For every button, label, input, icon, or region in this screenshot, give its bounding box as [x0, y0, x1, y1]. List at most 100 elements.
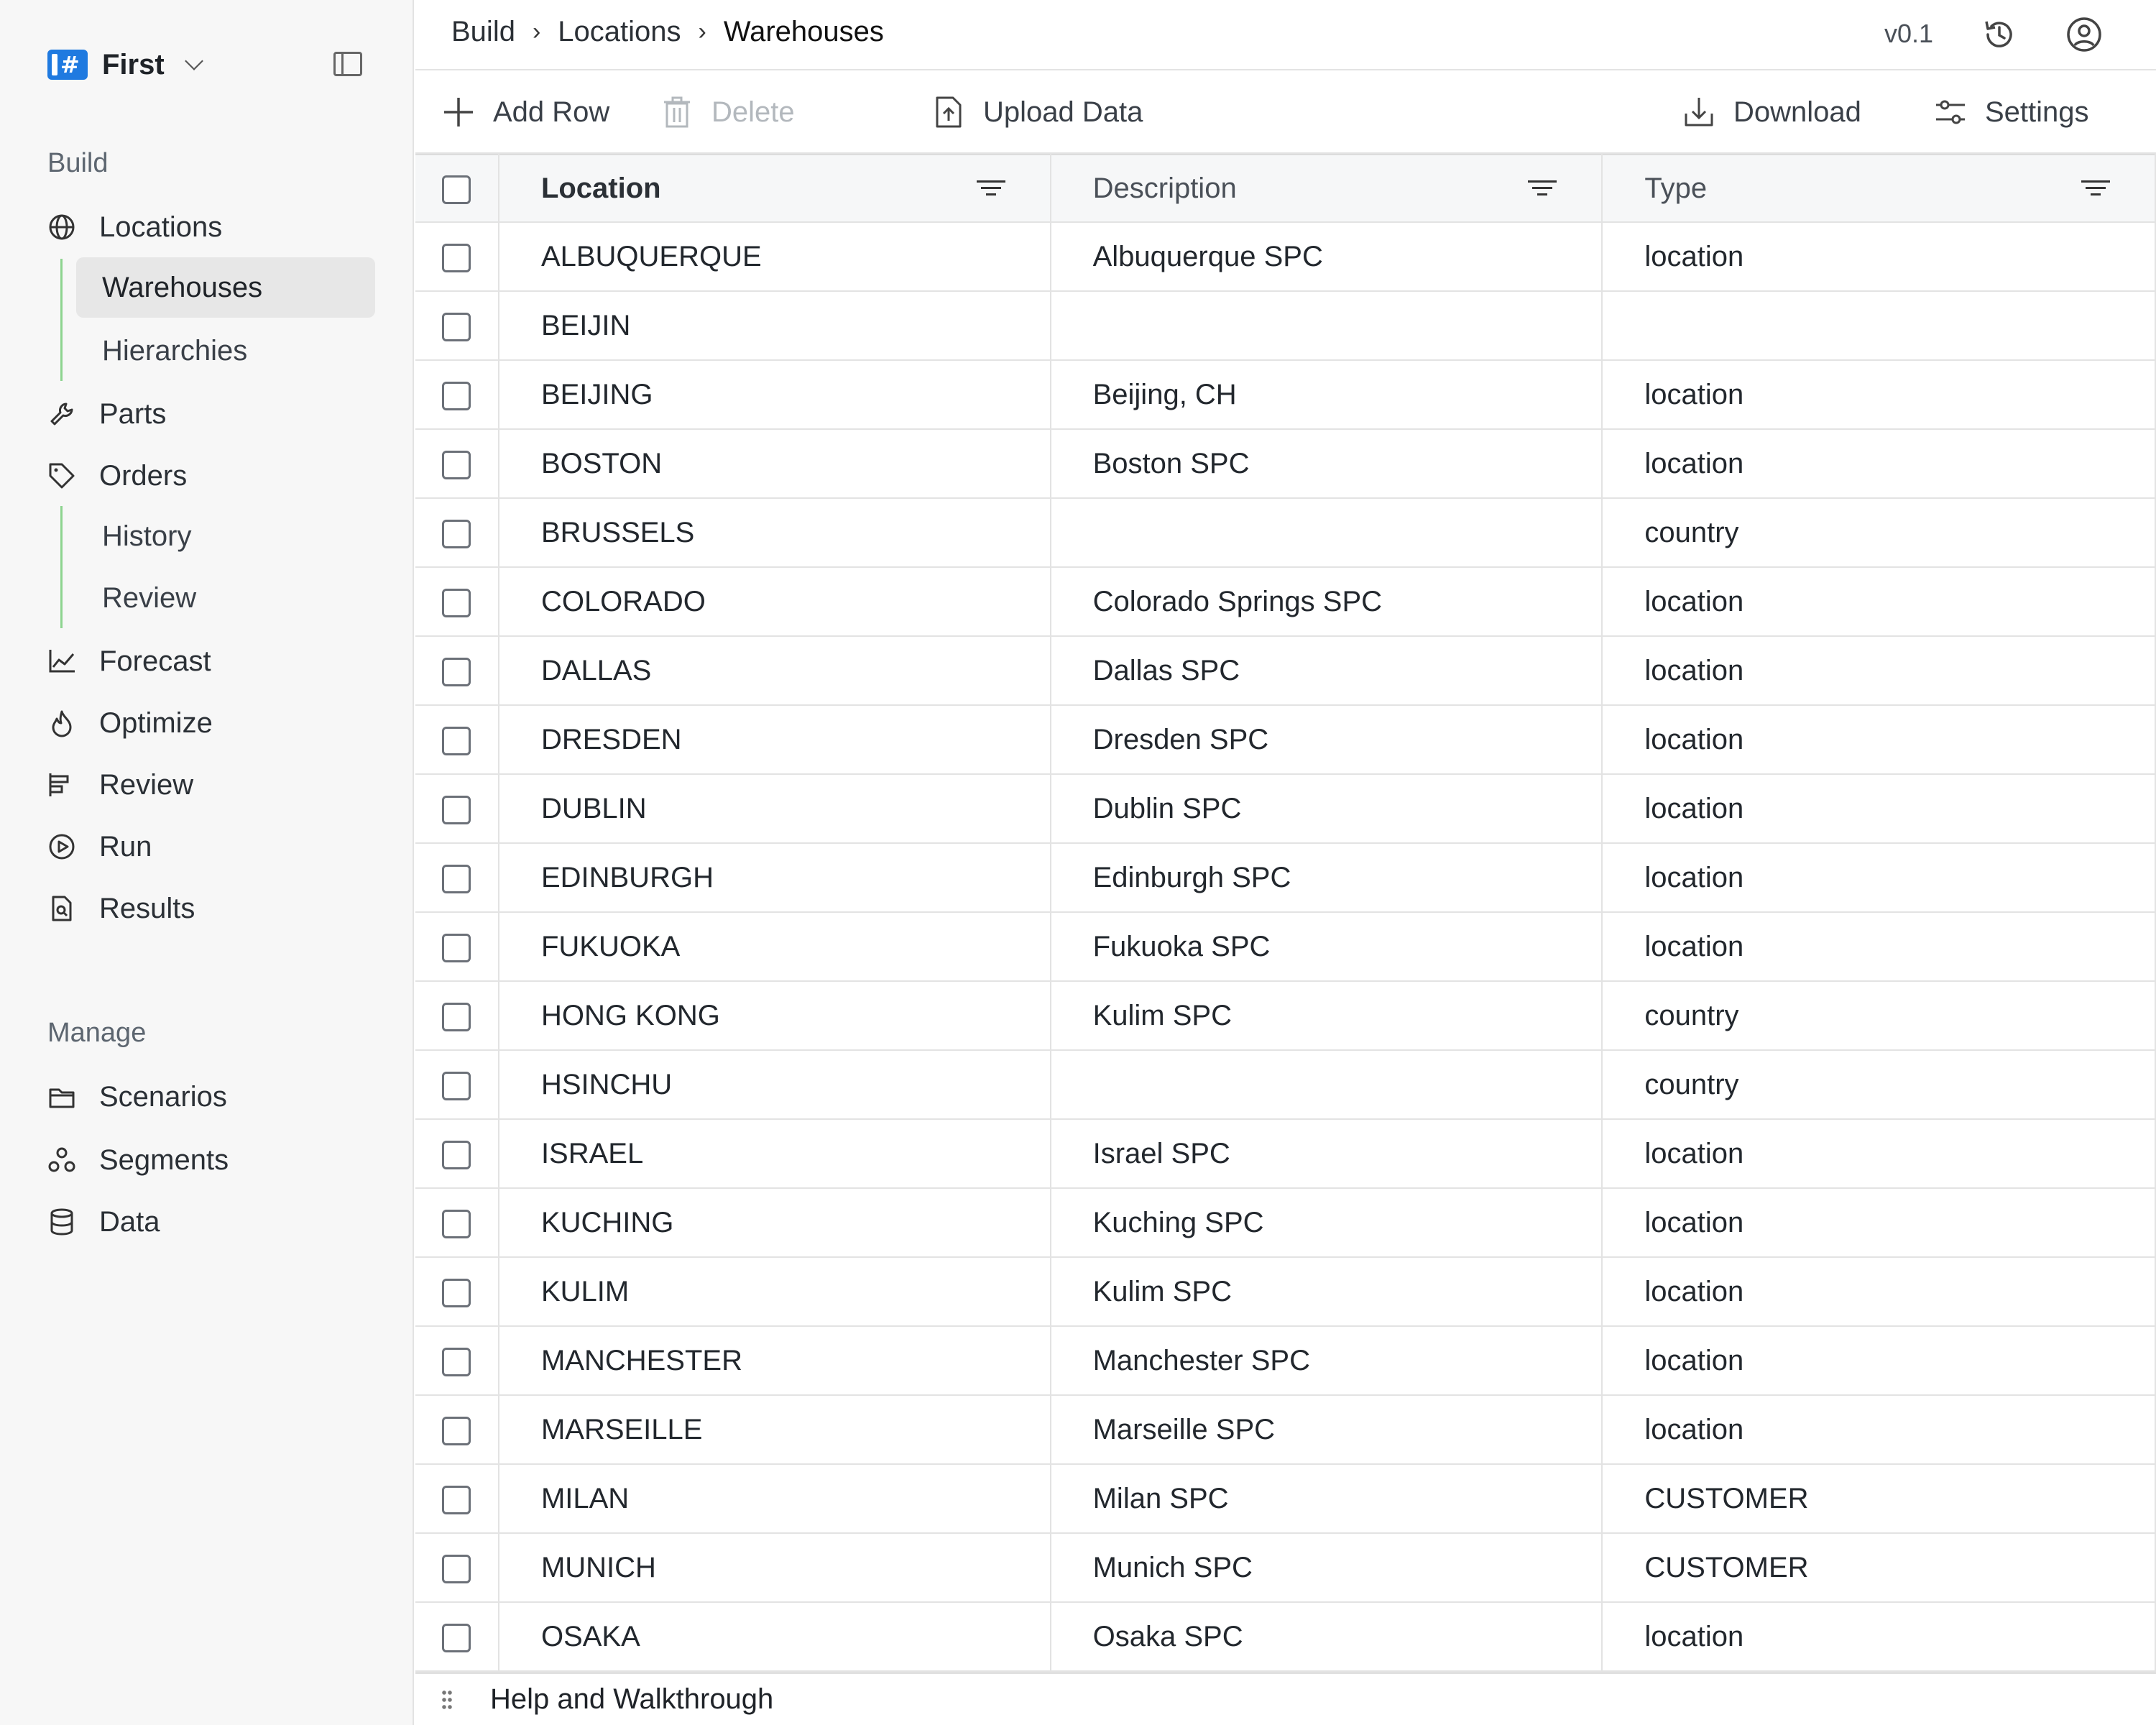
- table-row[interactable]: BEIJIN: [415, 291, 2156, 361]
- filter-icon[interactable]: [1528, 178, 1557, 199]
- cell-type[interactable]: location: [1602, 843, 2156, 913]
- column-header-location[interactable]: Location: [498, 154, 1051, 223]
- cell-type[interactable]: location: [1602, 1395, 2156, 1465]
- row-checkbox[interactable]: [442, 726, 471, 755]
- settings-button[interactable]: Settings: [1933, 91, 2089, 134]
- row-checkbox[interactable]: [442, 1485, 471, 1514]
- filter-icon[interactable]: [2081, 178, 2110, 199]
- sidebar-item-parts[interactable]: Parts: [47, 387, 378, 441]
- row-checkbox[interactable]: [442, 864, 471, 893]
- row-checkbox[interactable]: [442, 657, 471, 686]
- table-row[interactable]: ALBUQUERQUE Albuquerque SPC location: [415, 222, 2156, 292]
- cell-location[interactable]: MARSEILLE: [498, 1395, 1051, 1465]
- user-avatar-icon[interactable]: [2065, 16, 2103, 53]
- table-row[interactable]: MARSEILLE Marseille SPC location: [415, 1395, 2156, 1465]
- table-row[interactable]: EDINBURGH Edinburgh SPC location: [415, 843, 2156, 913]
- row-checkbox[interactable]: [442, 588, 471, 617]
- row-checkbox[interactable]: [442, 1278, 471, 1307]
- row-checkbox[interactable]: [442, 1209, 471, 1238]
- row-checkbox[interactable]: [442, 450, 471, 479]
- sidebar-item-results[interactable]: Results: [47, 881, 378, 936]
- cell-location[interactable]: KULIM: [498, 1257, 1051, 1327]
- cell-description[interactable]: Boston SPC: [1050, 429, 1603, 499]
- row-checkbox[interactable]: [442, 795, 471, 824]
- cell-description[interactable]: Edinburgh SPC: [1050, 843, 1603, 913]
- cell-location[interactable]: OSAKA: [498, 1602, 1051, 1672]
- cell-description[interactable]: Kulim SPC: [1050, 981, 1603, 1051]
- cell-type[interactable]: location: [1602, 1119, 2156, 1189]
- cell-location[interactable]: ISRAEL: [498, 1119, 1051, 1189]
- table-row[interactable]: DUBLIN Dublin SPC location: [415, 774, 2156, 844]
- cell-type[interactable]: country: [1602, 1050, 2156, 1120]
- sidebar-item-review[interactable]: Review: [47, 758, 378, 812]
- cell-description[interactable]: [1050, 1050, 1603, 1120]
- cell-location[interactable]: BOSTON: [498, 429, 1051, 499]
- cell-location[interactable]: KUCHING: [498, 1188, 1051, 1258]
- table-row[interactable]: KUCHING Kuching SPC location: [415, 1188, 2156, 1258]
- cell-description[interactable]: Munich SPC: [1050, 1533, 1603, 1603]
- cell-location[interactable]: BEIJIN: [498, 291, 1051, 361]
- table-row[interactable]: BRUSSELS country: [415, 498, 2156, 568]
- cell-type[interactable]: location: [1602, 705, 2156, 775]
- cell-type[interactable]: location: [1602, 636, 2156, 706]
- cell-location[interactable]: FUKUOKA: [498, 912, 1051, 982]
- cell-description[interactable]: [1050, 291, 1603, 361]
- sidebar-item-orders[interactable]: Orders: [47, 448, 378, 503]
- sidebar-item-locations[interactable]: Locations: [47, 200, 378, 254]
- cell-type[interactable]: location: [1602, 222, 2156, 292]
- row-checkbox[interactable]: [442, 519, 471, 548]
- sidebar-item-optimize[interactable]: Optimize: [47, 696, 378, 750]
- table-row[interactable]: HONG KONG Kulim SPC country: [415, 981, 2156, 1051]
- sidebar-item-order-review[interactable]: Review: [76, 568, 375, 628]
- cell-location[interactable]: MILAN: [498, 1464, 1051, 1534]
- cell-description[interactable]: Beijing, CH: [1050, 360, 1603, 430]
- cell-type[interactable]: country: [1602, 981, 2156, 1051]
- row-checkbox[interactable]: [442, 1623, 471, 1652]
- cell-description[interactable]: Fukuoka SPC: [1050, 912, 1603, 982]
- cell-location[interactable]: BRUSSELS: [498, 498, 1051, 568]
- cell-type[interactable]: location: [1602, 1188, 2156, 1258]
- table-row[interactable]: OSAKA Osaka SPC location: [415, 1602, 2156, 1672]
- column-header-description[interactable]: Description: [1050, 154, 1603, 223]
- cell-type[interactable]: CUSTOMER: [1602, 1533, 2156, 1603]
- column-header-type[interactable]: Type: [1602, 154, 2156, 223]
- cell-type[interactable]: [1602, 291, 2156, 361]
- cell-description[interactable]: Milan SPC: [1050, 1464, 1603, 1534]
- sidebar-item-warehouses[interactable]: Warehouses: [76, 257, 375, 318]
- cell-description[interactable]: Dresden SPC: [1050, 705, 1603, 775]
- row-checkbox[interactable]: [442, 243, 471, 272]
- table-row[interactable]: DRESDEN Dresden SPC location: [415, 705, 2156, 775]
- cell-description[interactable]: Colorado Springs SPC: [1050, 567, 1603, 637]
- sidebar-item-hierarchies[interactable]: Hierarchies: [76, 321, 375, 381]
- cell-location[interactable]: DALLAS: [498, 636, 1051, 706]
- cell-type[interactable]: location: [1602, 360, 2156, 430]
- sidebar-item-data[interactable]: Data: [47, 1195, 378, 1249]
- sidebar-toggle-icon[interactable]: [333, 52, 362, 76]
- cell-location[interactable]: DRESDEN: [498, 705, 1051, 775]
- table-row[interactable]: DALLAS Dallas SPC location: [415, 636, 2156, 706]
- cell-location[interactable]: HONG KONG: [498, 981, 1051, 1051]
- filter-icon[interactable]: [976, 178, 1005, 199]
- table-row[interactable]: BOSTON Boston SPC location: [415, 429, 2156, 499]
- table-row[interactable]: KULIM Kulim SPC location: [415, 1257, 2156, 1327]
- sidebar-item-run[interactable]: Run: [47, 819, 378, 874]
- delete-button[interactable]: Delete: [660, 91, 795, 134]
- cell-location[interactable]: HSINCHU: [498, 1050, 1051, 1120]
- cell-description[interactable]: Albuquerque SPC: [1050, 222, 1603, 292]
- cell-location[interactable]: DUBLIN: [498, 774, 1051, 844]
- table-row[interactable]: MUNICH Munich SPC CUSTOMER: [415, 1533, 2156, 1603]
- workspace-switcher[interactable]: # First: [47, 42, 203, 88]
- cell-location[interactable]: MUNICH: [498, 1533, 1051, 1603]
- cell-description[interactable]: Israel SPC: [1050, 1119, 1603, 1189]
- row-checkbox[interactable]: [442, 1140, 471, 1169]
- breadcrumb-build[interactable]: Build: [451, 16, 515, 48]
- cell-location[interactable]: ALBUQUERQUE: [498, 222, 1051, 292]
- drag-handle-icon[interactable]: [441, 1688, 453, 1711]
- row-checkbox[interactable]: [442, 933, 471, 962]
- table-row[interactable]: BEIJING Beijing, CH location: [415, 360, 2156, 430]
- cell-type[interactable]: location: [1602, 774, 2156, 844]
- cell-location[interactable]: MANCHESTER: [498, 1326, 1051, 1396]
- cell-location[interactable]: COLORADO: [498, 567, 1051, 637]
- sidebar-item-scenarios[interactable]: Scenarios: [47, 1070, 378, 1124]
- add-row-button[interactable]: Add Row: [441, 91, 609, 134]
